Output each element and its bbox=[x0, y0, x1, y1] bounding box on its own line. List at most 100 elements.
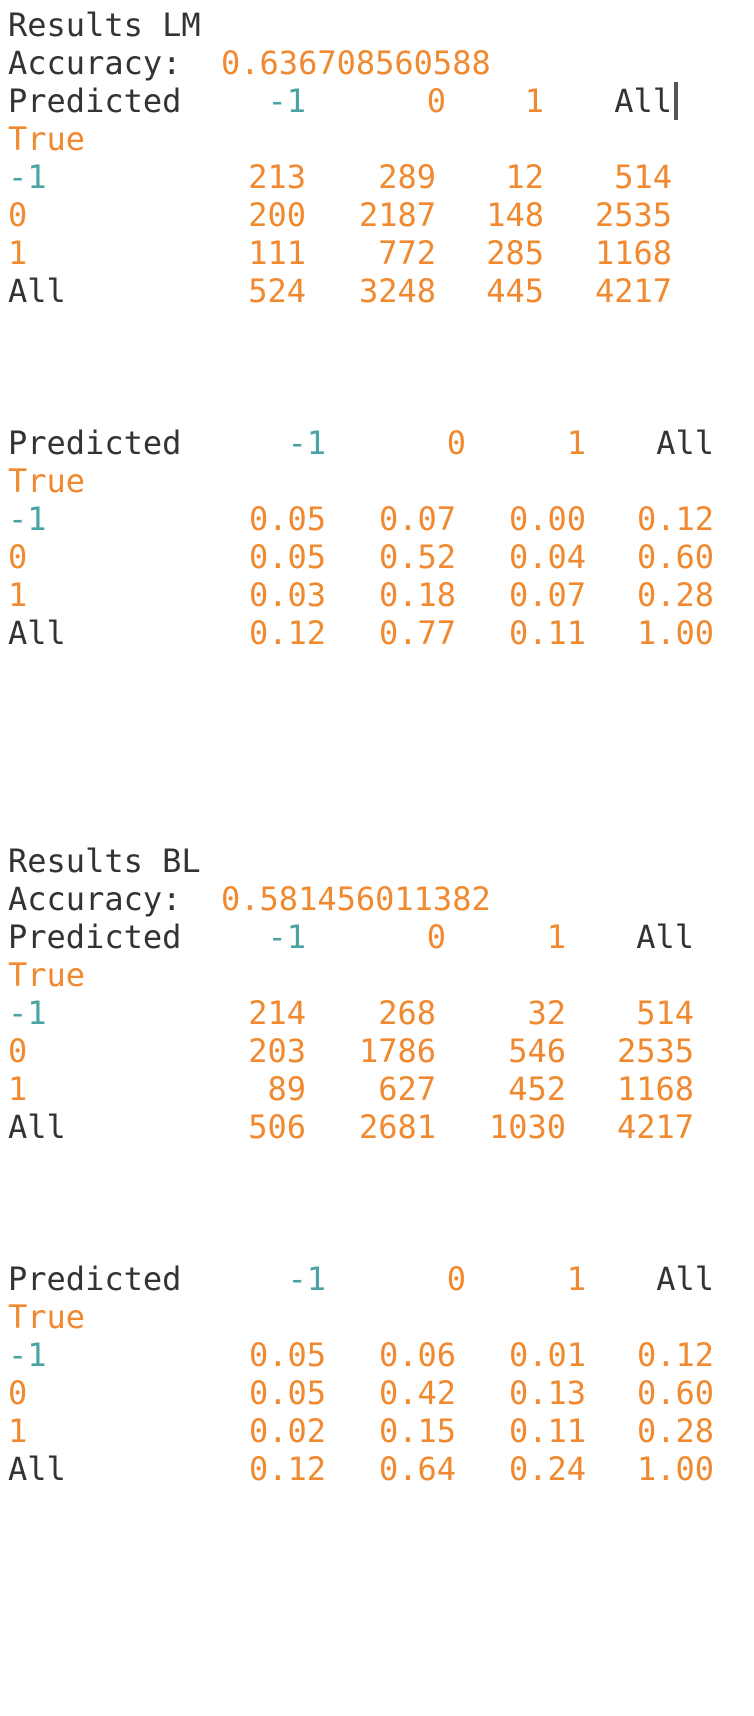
table-cell: 772 bbox=[378, 234, 436, 272]
lm-normalized-header: Predicted -1 0 1 All bbox=[8, 424, 754, 462]
table-row: 1 0.03 0.18 0.07 0.28 bbox=[8, 576, 754, 614]
table-cell: 4217 bbox=[616, 1108, 694, 1146]
table-row: All 506 2681 1030 4217 bbox=[8, 1108, 754, 1146]
predicted-label: Predicted bbox=[8, 82, 182, 120]
table-cell: 0.60 bbox=[636, 1374, 714, 1412]
table-row: 0 200 2187 148 2535 bbox=[8, 196, 754, 234]
table-cell: 32 bbox=[527, 994, 566, 1032]
table-row: All 0.12 0.77 0.11 1.00 bbox=[8, 614, 754, 652]
table-cell: 0.05 bbox=[248, 538, 326, 576]
table-cell: 3248 bbox=[358, 272, 436, 310]
table-cell: 1168 bbox=[594, 234, 672, 272]
row-label: 0 bbox=[8, 196, 28, 234]
predicted-label: Predicted bbox=[8, 424, 182, 462]
table-cell: 0.28 bbox=[636, 576, 714, 614]
bl-normalized-block: Predicted -1 0 1 All True -1 0.05 0.06 0… bbox=[8, 1260, 754, 1488]
bl-title-line: Results BL bbox=[8, 842, 754, 880]
bl-counts-header: Predicted -1 0 1 All bbox=[8, 918, 754, 956]
table-cell: 2187 bbox=[358, 196, 436, 234]
table-row: 1 111 772 285 1168 bbox=[8, 234, 754, 272]
table-cell: 0.02 bbox=[248, 1412, 326, 1450]
lm-title: Results LM bbox=[8, 6, 201, 44]
table-cell: 0.07 bbox=[378, 500, 456, 538]
column-header: All bbox=[614, 82, 672, 120]
row-label: 1 bbox=[8, 1070, 28, 1108]
column-header: All bbox=[636, 918, 694, 956]
row-label: All bbox=[8, 1108, 66, 1146]
row-label: 1 bbox=[8, 1412, 28, 1450]
row-label: 1 bbox=[8, 576, 28, 614]
predicted-label: Predicted bbox=[8, 1260, 182, 1298]
table-cell: 0.12 bbox=[248, 614, 326, 652]
column-header: All bbox=[656, 424, 714, 462]
column-header: -1 bbox=[267, 918, 306, 956]
table-cell: 0.42 bbox=[378, 1374, 456, 1412]
table-cell: 89 bbox=[267, 1070, 306, 1108]
row-label: All bbox=[8, 1450, 66, 1488]
table-cell: 452 bbox=[508, 1070, 566, 1108]
table-cell: 546 bbox=[508, 1032, 566, 1070]
table-cell: 506 bbox=[248, 1108, 306, 1146]
table-cell: 213 bbox=[248, 158, 306, 196]
table-cell: 4217 bbox=[594, 272, 672, 310]
table-row: 0 203 1786 546 2535 bbox=[8, 1032, 754, 1070]
table-cell: 0.60 bbox=[636, 538, 714, 576]
lm-accuracy-line: Accuracy: 0.636708560588 bbox=[8, 44, 754, 82]
table-cell: 0.28 bbox=[636, 1412, 714, 1450]
true-label: True bbox=[8, 956, 86, 994]
column-header: 0 bbox=[446, 1260, 466, 1298]
table-cell: 148 bbox=[486, 196, 544, 234]
table-cell: 514 bbox=[636, 994, 694, 1032]
column-header: 1 bbox=[524, 82, 544, 120]
table-cell: 268 bbox=[378, 994, 436, 1032]
lm-normalized-block: Predicted -1 0 1 All True -1 0.05 0.07 0… bbox=[8, 424, 754, 652]
table-cell: 12 bbox=[505, 158, 544, 196]
row-label: All bbox=[8, 272, 66, 310]
bl-accuracy-line: Accuracy: 0.581456011382 bbox=[8, 880, 754, 918]
table-cell: 514 bbox=[614, 158, 672, 196]
table-cell: 0.12 bbox=[248, 1450, 326, 1488]
table-row: 0 0.05 0.52 0.04 0.60 bbox=[8, 538, 754, 576]
lm-counts-true-line: True bbox=[8, 120, 754, 158]
table-cell: 214 bbox=[248, 994, 306, 1032]
table-cell: 0.01 bbox=[508, 1336, 586, 1374]
row-label: 0 bbox=[8, 1032, 28, 1070]
row-label: 1 bbox=[8, 234, 28, 272]
bl-title: Results BL bbox=[8, 842, 201, 880]
table-cell: 0.15 bbox=[378, 1412, 456, 1450]
row-label: -1 bbox=[8, 994, 47, 1032]
table-row: -1 0.05 0.06 0.01 0.12 bbox=[8, 1336, 754, 1374]
table-row: All 524 3248 445 4217 bbox=[8, 272, 754, 310]
table-cell: 2535 bbox=[616, 1032, 694, 1070]
bl-results-block: Results BL Accuracy: 0.581456011382 Pred… bbox=[8, 842, 754, 1146]
bl-normalized-header: Predicted -1 0 1 All bbox=[8, 1260, 754, 1298]
lm-title-line: Results LM bbox=[8, 6, 754, 44]
text-cursor bbox=[674, 82, 678, 120]
predicted-label: Predicted bbox=[8, 918, 182, 956]
table-cell: 1786 bbox=[358, 1032, 436, 1070]
table-cell: 285 bbox=[486, 234, 544, 272]
column-header: All bbox=[656, 1260, 714, 1298]
table-cell: 0.03 bbox=[248, 576, 326, 614]
table-row: 0 0.05 0.42 0.13 0.60 bbox=[8, 1374, 754, 1412]
row-label: 0 bbox=[8, 1374, 28, 1412]
table-cell: 0.04 bbox=[508, 538, 586, 576]
table-cell: 111 bbox=[248, 234, 306, 272]
table-cell: 1.00 bbox=[636, 614, 714, 652]
column-header: 0 bbox=[426, 918, 446, 956]
table-row: All 0.12 0.64 0.24 1.00 bbox=[8, 1450, 754, 1488]
column-header: 1 bbox=[546, 918, 566, 956]
column-header: -1 bbox=[287, 424, 326, 462]
column-header: 0 bbox=[426, 82, 446, 120]
true-label: True bbox=[8, 1298, 86, 1336]
table-cell: 0.64 bbox=[378, 1450, 456, 1488]
table-cell: 0.00 bbox=[508, 500, 586, 538]
table-cell: 2681 bbox=[358, 1108, 436, 1146]
table-cell: 0.77 bbox=[378, 614, 456, 652]
bl-counts-true-line: True bbox=[8, 956, 754, 994]
lm-accuracy-value: 0.636708560588 bbox=[221, 44, 491, 82]
table-cell: 1.00 bbox=[636, 1450, 714, 1488]
table-row: -1 213 289 12 514 bbox=[8, 158, 754, 196]
column-header: 1 bbox=[566, 424, 586, 462]
table-cell: 1168 bbox=[616, 1070, 694, 1108]
